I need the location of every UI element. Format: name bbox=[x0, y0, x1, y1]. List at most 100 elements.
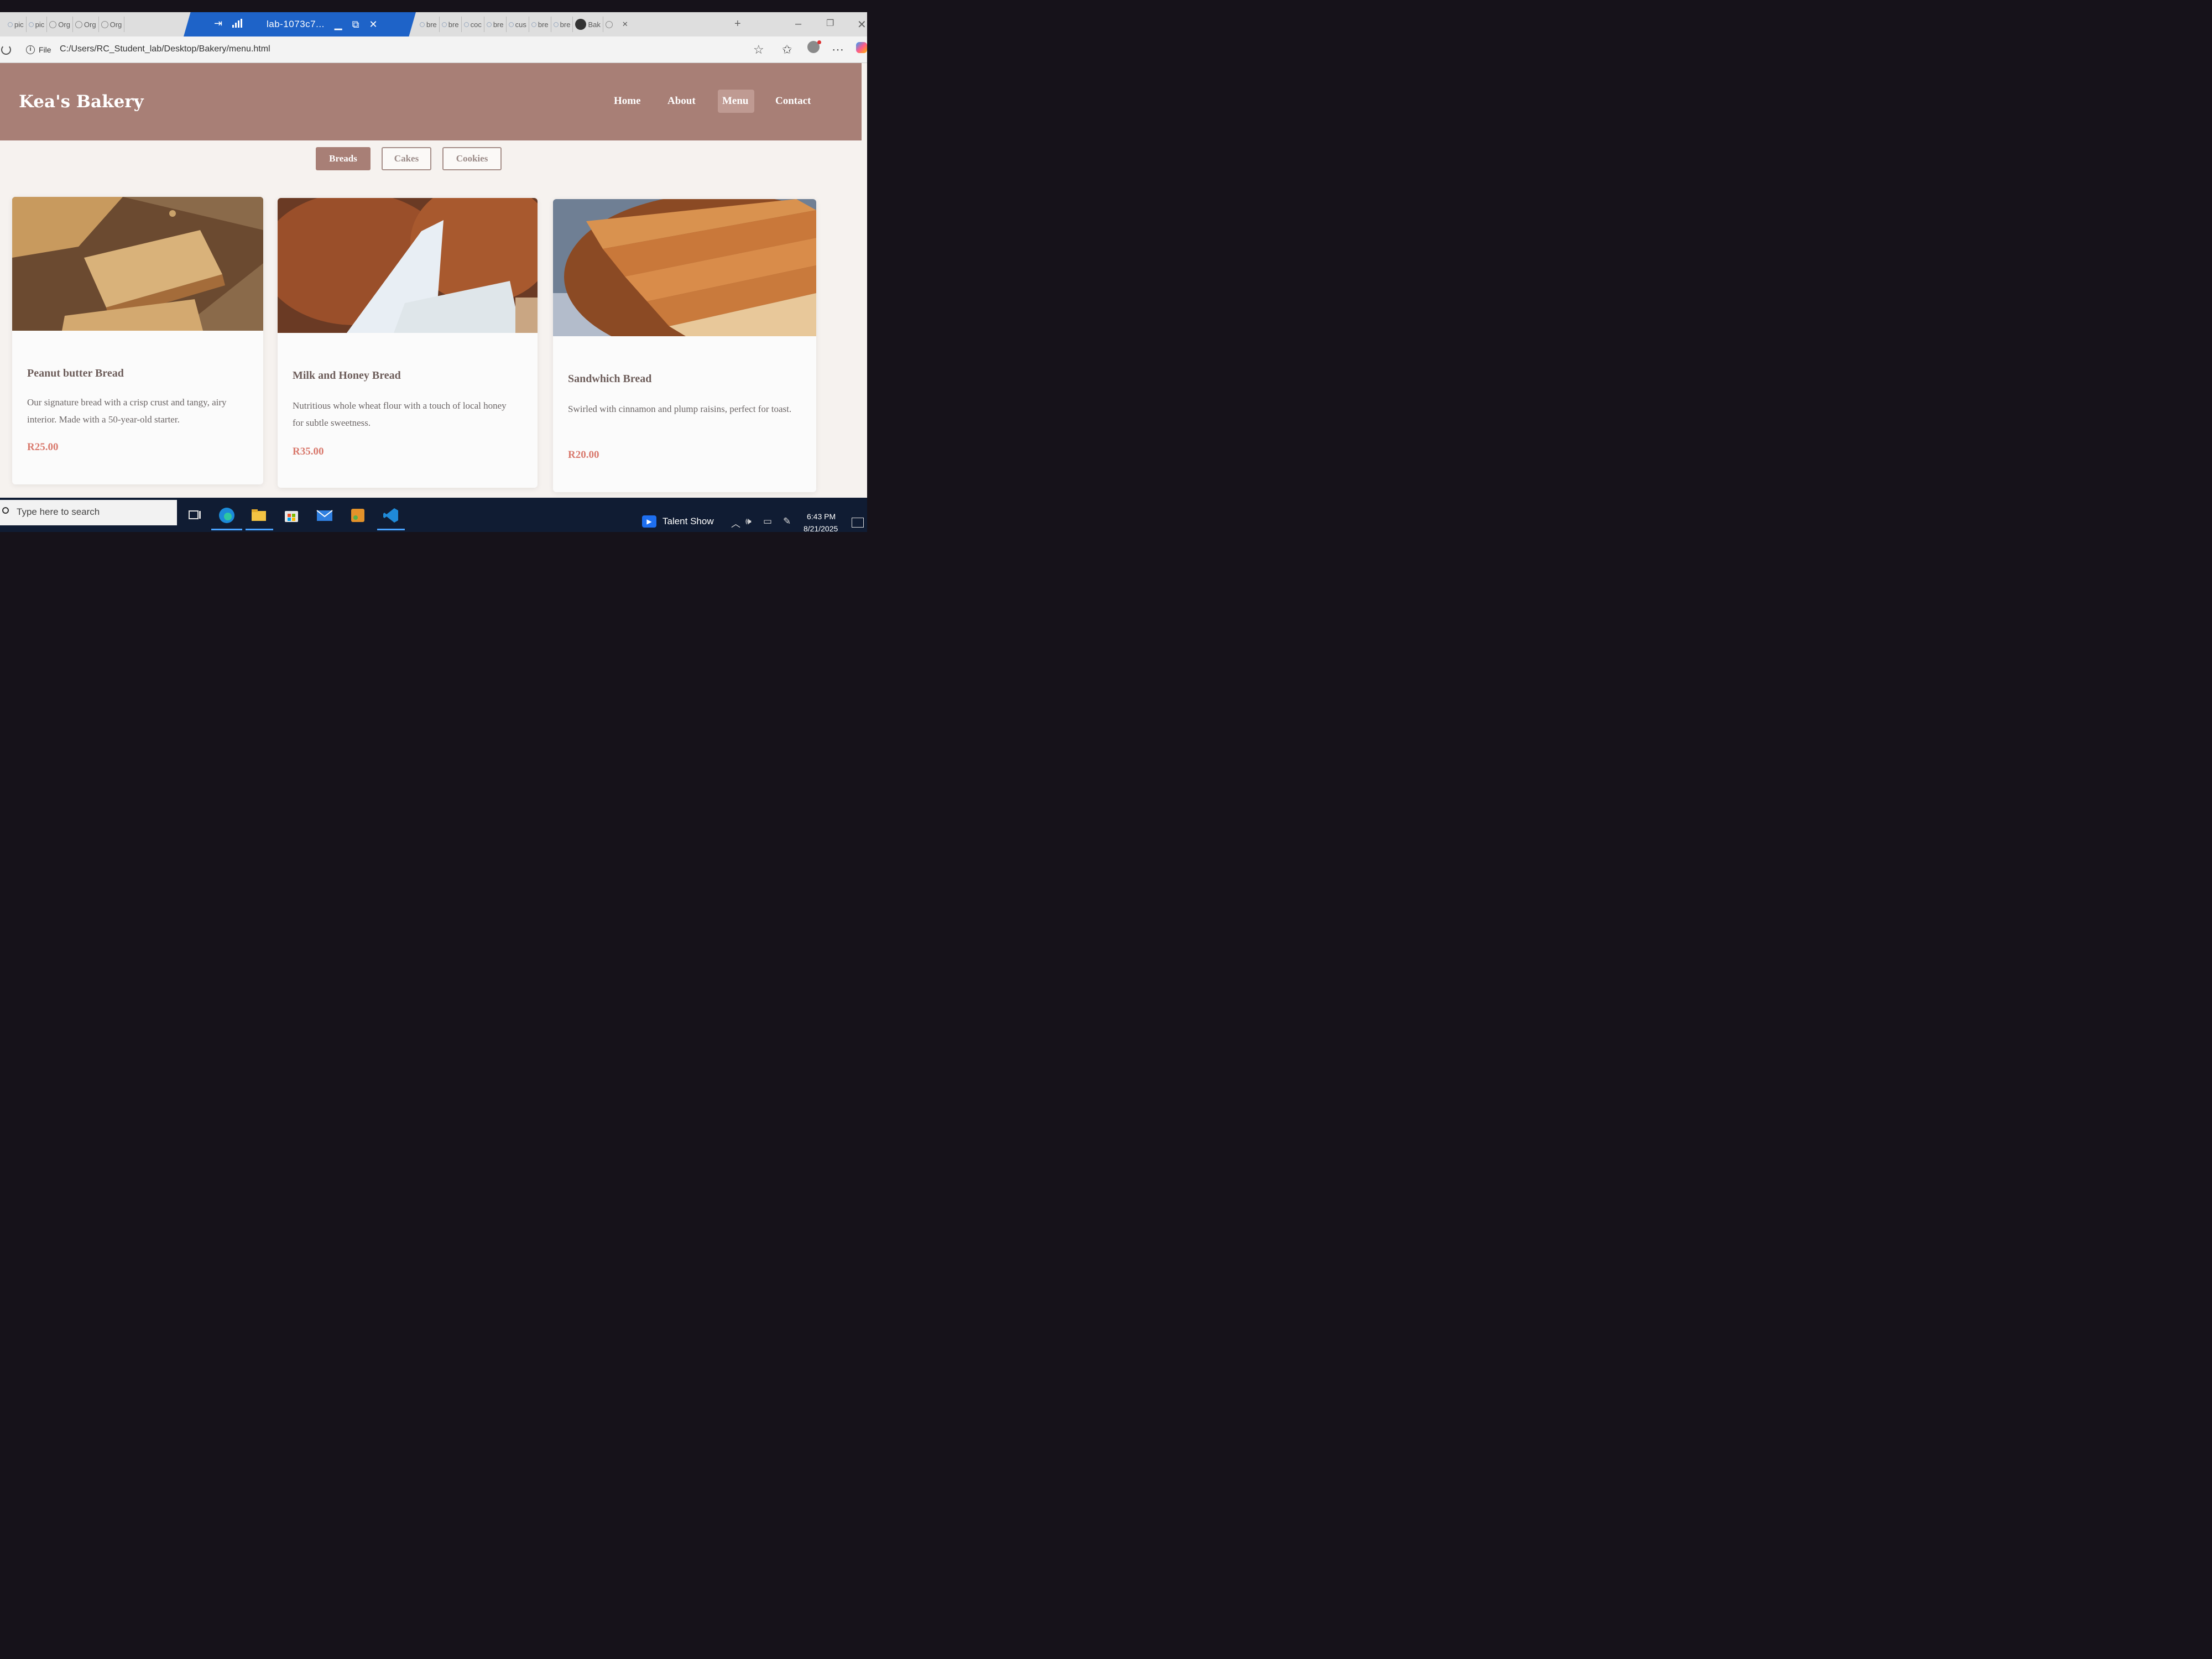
minimize-icon[interactable]: ▁ bbox=[335, 19, 342, 30]
tab-close-icon[interactable]: ✕ bbox=[622, 20, 628, 29]
windows-taskbar: Type here to search ▶ Talent Show ︿ 🕪 ▭ … bbox=[0, 498, 867, 533]
network-icon[interactable]: ▭ bbox=[763, 516, 772, 527]
window-close-icon[interactable]: ✕ bbox=[857, 18, 867, 32]
browser-tab[interactable]: pic bbox=[27, 17, 48, 32]
search-icon bbox=[486, 22, 492, 27]
search-icon bbox=[420, 22, 425, 27]
nav-about[interactable]: About bbox=[667, 95, 696, 107]
site-logo[interactable]: Kea's Bakery bbox=[19, 92, 144, 112]
signal-icon bbox=[232, 19, 242, 28]
running-indicator bbox=[246, 529, 273, 530]
product-image-sandwich-bread bbox=[553, 199, 816, 336]
restore-icon[interactable]: ⧉ bbox=[352, 19, 359, 30]
search-icon bbox=[8, 22, 13, 27]
favorite-star-icon[interactable]: ☆ bbox=[753, 43, 764, 57]
new-tab-button[interactable]: + bbox=[734, 18, 741, 30]
notification-icon[interactable] bbox=[852, 518, 864, 528]
browser-tab[interactable]: coc bbox=[462, 17, 484, 32]
browser-tab-strip: pic pic Org Org Org ⇥ lab-1073c7... ▁ ⧉ … bbox=[0, 12, 867, 36]
product-description: Swirled with cinnamon and plump raisins,… bbox=[568, 404, 792, 414]
pin-icon[interactable]: ⇥ bbox=[214, 18, 222, 29]
close-icon[interactable]: ✕ bbox=[369, 19, 378, 30]
globe-icon bbox=[605, 20, 613, 28]
product-description: Our signature bread with a crisp crust a… bbox=[27, 397, 227, 425]
url-field[interactable]: C:/Users/RC_Student_lab/Desktop/Bakery/m… bbox=[60, 44, 270, 54]
browser-tab[interactable]: Org bbox=[47, 17, 73, 32]
clock-date[interactable]: 8/21/2025 bbox=[804, 524, 838, 533]
browser-tab[interactable]: cus bbox=[507, 17, 529, 32]
product-card[interactable]: Milk and Honey Bread Nutritious whole wh… bbox=[278, 198, 538, 488]
nav-contact[interactable]: Contact bbox=[775, 95, 811, 107]
taskbar-widget-label[interactable]: Talent Show bbox=[662, 516, 714, 527]
search-icon bbox=[553, 22, 559, 27]
edge-icon[interactable] bbox=[218, 507, 236, 524]
product-price: R25.00 bbox=[27, 441, 59, 453]
url-scheme-label: File bbox=[39, 45, 51, 54]
product-description: Nutritious whole wheat flour with a touc… bbox=[293, 400, 507, 428]
taskbar-search-box[interactable]: Type here to search bbox=[0, 500, 177, 525]
running-indicator bbox=[377, 529, 405, 530]
background-tabs-left: pic pic Org Org Org bbox=[6, 14, 125, 34]
product-image-milk-and-honey-bread bbox=[278, 198, 538, 333]
product-image-peanut-butter-bread bbox=[12, 197, 263, 331]
pen-icon[interactable]: ✎ bbox=[783, 516, 791, 527]
window-restore-icon[interactable]: ❐ bbox=[826, 18, 834, 29]
product-name: Milk and Honey Bread bbox=[293, 369, 401, 382]
product-name: Sandwhich Bread bbox=[568, 373, 652, 385]
search-icon bbox=[463, 22, 469, 27]
browser-tab[interactable]: Org bbox=[73, 17, 99, 32]
browser-tab[interactable]: Bak bbox=[573, 17, 603, 32]
notification-dot bbox=[817, 40, 821, 44]
browser-tab[interactable]: Org bbox=[99, 17, 125, 32]
active-browser-tab[interactable]: ⇥ lab-1073c7... ▁ ⧉ ✕ bbox=[184, 12, 416, 36]
copilot-icon[interactable] bbox=[856, 42, 867, 53]
product-price: R35.00 bbox=[293, 446, 324, 457]
browser-tab[interactable]: pic bbox=[6, 17, 27, 32]
info-icon[interactable]: i bbox=[26, 45, 35, 54]
browser-tab[interactable]: bre bbox=[484, 17, 507, 32]
nav-menu[interactable]: Menu bbox=[722, 95, 749, 107]
task-view-icon[interactable] bbox=[186, 507, 204, 524]
taskbar-search-placeholder: Type here to search bbox=[17, 507, 100, 517]
search-icon bbox=[508, 22, 514, 27]
active-tab-title: lab-1073c7... bbox=[267, 19, 325, 29]
site-header: Kea's Bakery Home About Menu Contact bbox=[0, 63, 862, 140]
globe-icon bbox=[101, 20, 108, 28]
chevron-up-icon[interactable]: ︿ bbox=[731, 516, 740, 530]
file-explorer-icon[interactable] bbox=[250, 507, 268, 524]
github-icon bbox=[575, 19, 587, 30]
search-icon bbox=[28, 22, 34, 27]
product-name: Peanut butter Bread bbox=[27, 367, 124, 379]
more-menu-icon[interactable]: ⋯ bbox=[832, 43, 844, 57]
background-tabs-right: bre bre coc bre cus bre bre Bak ✕ bbox=[418, 14, 630, 34]
browser-tab[interactable]: bre bbox=[418, 17, 440, 32]
search-icon bbox=[441, 22, 447, 27]
reload-icon[interactable] bbox=[1, 45, 11, 55]
search-icon bbox=[531, 22, 536, 27]
browser-tab-current-site[interactable]: ✕ bbox=[603, 17, 630, 32]
globe-icon bbox=[75, 20, 82, 28]
product-price: R20.00 bbox=[568, 449, 599, 461]
nav-home[interactable]: Home bbox=[614, 95, 641, 107]
mail-icon[interactable] bbox=[316, 507, 333, 524]
product-card[interactable]: Sandwhich Bread Swirled with cinnamon an… bbox=[553, 199, 816, 492]
filter-cakes-button[interactable]: Cakes bbox=[382, 147, 431, 170]
volume-icon[interactable]: 🕪 bbox=[745, 516, 752, 527]
browser-tab[interactable]: bre bbox=[551, 17, 573, 32]
globe-icon bbox=[49, 20, 57, 28]
favorites-icon[interactable]: ✩ bbox=[782, 43, 792, 57]
vscode-icon[interactable] bbox=[382, 507, 400, 524]
filter-breads-button[interactable]: Breads bbox=[316, 147, 371, 170]
browser-tab[interactable]: bre bbox=[440, 17, 462, 32]
window-minimize-icon[interactable]: – bbox=[795, 18, 801, 30]
clock-time[interactable]: 6:43 PM bbox=[807, 512, 836, 521]
address-bar: i File C:/Users/RC_Student_lab/Desktop/B… bbox=[0, 36, 867, 63]
page-viewport: Kea's Bakery Home About Menu Contact Bre… bbox=[0, 63, 867, 505]
product-card[interactable]: Peanut butter Bread Our signature bread … bbox=[12, 197, 263, 484]
browser-tab[interactable]: bre bbox=[529, 17, 551, 32]
filter-cookies-button[interactable]: Cookies bbox=[442, 147, 502, 170]
store-icon[interactable] bbox=[283, 507, 300, 524]
running-indicator bbox=[211, 529, 242, 530]
play-icon[interactable]: ▶ bbox=[642, 515, 656, 528]
snip-icon[interactable] bbox=[349, 507, 367, 524]
